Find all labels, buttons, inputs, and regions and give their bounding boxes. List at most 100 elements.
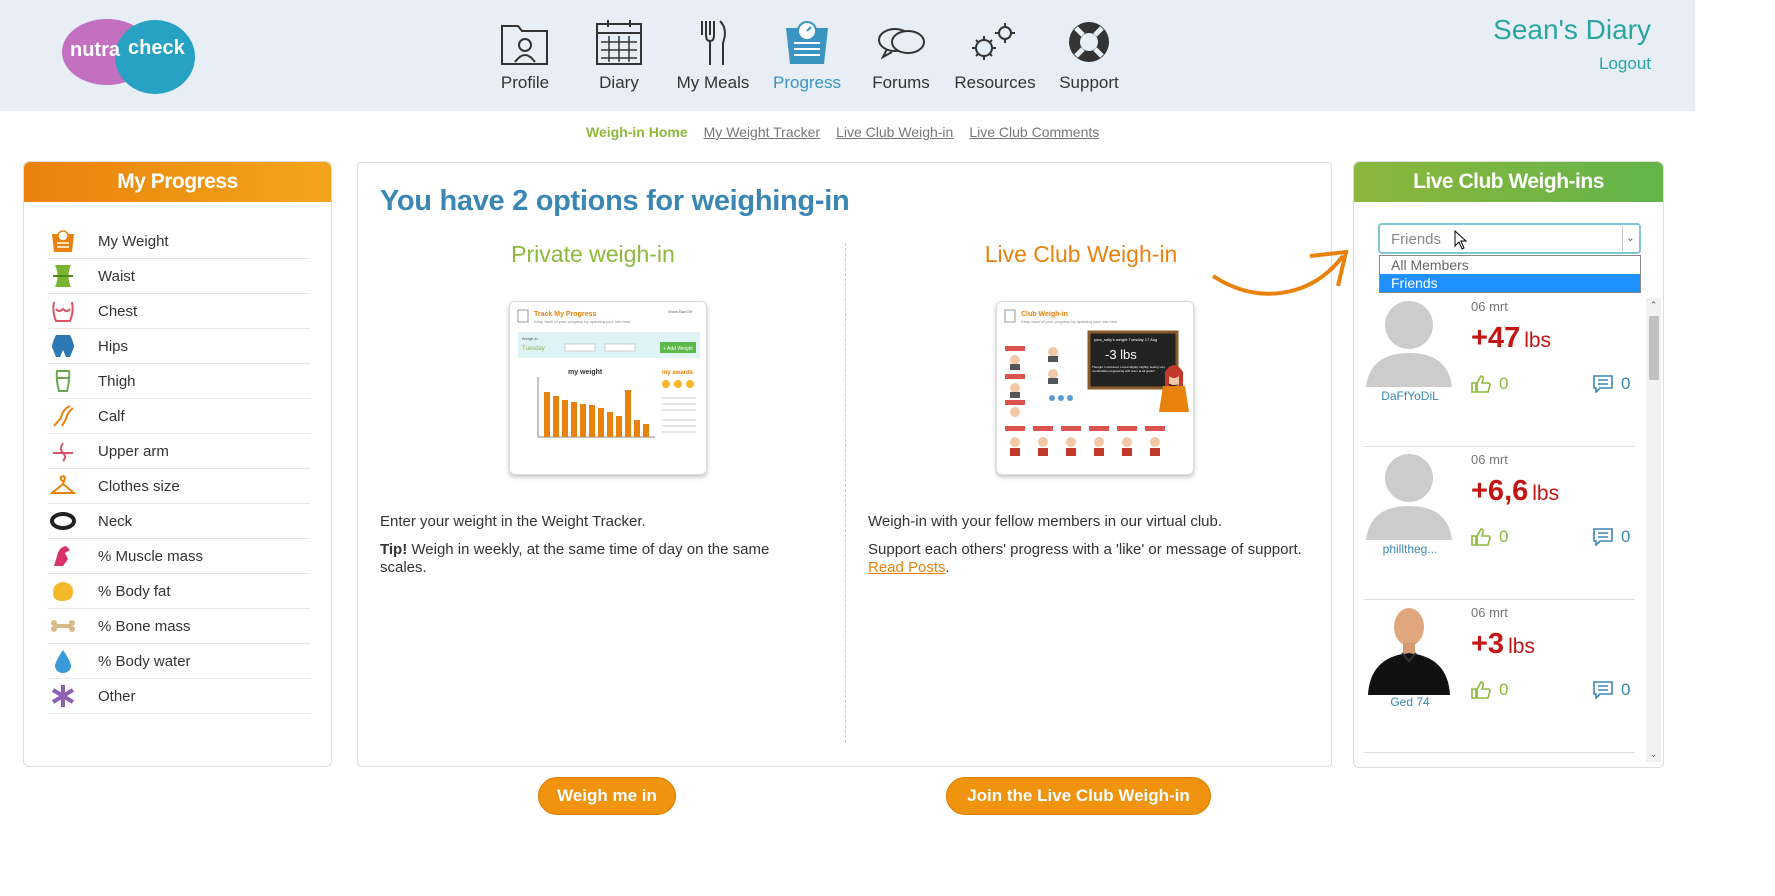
thigh-icon [48,368,78,394]
weight-tracker-preview[interactable]: Track My Progress Keep track of your pro… [509,301,707,475]
chevron-down-icon[interactable]: ⌄ [1622,226,1638,251]
progress-item-bone-mass[interactable]: % Bone mass [48,609,310,644]
nav-profile[interactable]: Profile [478,14,572,104]
nav-label: My Meals [676,73,750,92]
progress-item-waist[interactable]: Waist [48,259,310,294]
weight-value: +3 [1471,628,1505,660]
progress-item-upper-arm[interactable]: Upper arm [48,434,310,469]
nav-forums[interactable]: Forums [854,14,948,104]
subnav-live-club-comments[interactable]: Live Club Comments [969,124,1099,140]
progress-item-thigh[interactable]: Thigh [48,364,310,399]
thumb-title: Club Weigh-in [1021,311,1068,318]
comment-count: 0 [1621,527,1631,546]
like-button[interactable]: 0 [1471,374,1508,394]
progress-item-label: Upper arm [98,442,169,460]
members-filter-select[interactable]: Friends ⌄ [1378,223,1641,254]
thumb-show-toggle: Show Bar/Off [668,309,693,314]
nav-diary[interactable]: Diary [572,14,666,104]
resources-icon [972,23,1015,60]
comment-button[interactable]: 0 [1593,527,1630,547]
progress-item-label: Hips [98,337,129,355]
entry-username[interactable]: DaFfYoDiL [1364,389,1456,403]
thumb-subtitle: Keep track of your progress by updating … [1021,319,1118,324]
progress-item-chest[interactable]: Chest [48,294,310,329]
logout-link[interactable]: Logout [1599,54,1651,74]
weigh-me-in-button[interactable]: Weigh me in [538,777,676,815]
progress-item-body-water[interactable]: % Body water [48,644,310,679]
club-weigh-in-preview[interactable]: Club Weigh-in Keep track of your progres… [996,301,1194,475]
entry-date: 06 mrt [1471,299,1508,314]
thumb-title: Track My Progress [534,311,596,318]
weight-unit: lbs [1508,635,1535,658]
entry-username[interactable]: Ged 74 [1364,695,1456,709]
progress-item-label: Chest [98,302,138,320]
scales-icon [786,21,828,64]
progress-item-body-fat[interactable]: % Body fat [48,574,310,609]
progress-item-clothes-size[interactable]: Clothes size [48,469,310,504]
progress-item-label: % Body water [98,652,191,670]
thumb-awards: my awards [662,370,694,376]
subnav-my-weight-tracker[interactable]: My Weight Tracker [704,124,820,140]
like-button[interactable]: 0 [1471,527,1508,547]
subnav-weigh-in-home[interactable]: Weigh-in Home [586,124,688,140]
join-live-club-button[interactable]: Join the Live Club Weigh-in [946,777,1211,815]
live-club-weigh-ins-panel: Live Club Weigh-ins Friends ⌄ All Member… [1353,161,1664,768]
nutracheck-logo[interactable]: nutra check [62,16,197,94]
comment-button[interactable]: 0 [1593,374,1630,394]
progress-item-hips[interactable]: Hips [48,329,310,364]
weigh-in-feed: DaFfYoDiL 06 mrt +47 lbs 0 0 philltheg...… [1359,294,1643,756]
option-all-members[interactable]: All Members [1380,256,1640,274]
comment-button[interactable]: 0 [1593,680,1630,700]
progress-item-label: Neck [98,512,133,530]
progress-item-muscle-mass[interactable]: % Muscle mass [48,539,310,574]
progress-item-neck[interactable]: Neck [48,504,310,539]
subnav-live-club-weigh-in[interactable]: Live Club Weigh-in [836,124,953,140]
feed-scrollbar[interactable]: ⌃ ⌄ [1646,298,1661,762]
placeholder-avatar[interactable] [1364,297,1454,392]
calf-icon [48,403,78,429]
scroll-down-icon[interactable]: ⌄ [1646,747,1661,762]
select-value: Friends [1391,231,1442,248]
chest-icon [48,298,78,324]
read-posts-link[interactable]: Read Posts [868,559,946,576]
photo-avatar[interactable] [1364,603,1454,698]
comment-count: 0 [1621,680,1631,699]
nav-resources[interactable]: Resources [948,14,1042,104]
nav-my-meals[interactable]: My Meals [666,14,760,104]
fat-icon [48,578,78,604]
entry-weight-change: +3 lbs [1471,628,1535,661]
scrollbar-thumb[interactable] [1649,316,1659,380]
progress-item-calf[interactable]: Calf [48,399,310,434]
thumb-add-button: + Add Weight [663,346,693,352]
progress-item-label: Waist [98,267,135,285]
main-nav: Profile Diary My Meals Progress Forums R… [478,14,1136,104]
comment-count: 0 [1621,374,1631,393]
live-club-description: Weigh-in with your fellow members in our… [868,513,1223,530]
thumb-weigh-in-label: Weigh-in [522,336,538,341]
entry-weight-change: +47 lbs [1471,322,1551,355]
entry-date: 06 mrt [1471,605,1508,620]
nav-support[interactable]: Support [1042,14,1136,104]
nav-label: Forums [872,73,930,92]
progress-item-label: Calf [98,407,125,425]
option-friends[interactable]: Friends [1380,274,1640,292]
comment-icon [1593,528,1613,546]
nav-progress[interactable]: Progress [760,14,854,104]
scroll-up-icon[interactable]: ⌃ [1646,298,1661,313]
like-button[interactable]: 0 [1471,680,1508,700]
progress-item-label: My Weight [98,232,169,250]
top-header: nutra check Profile Diary My Meals Progr… [0,0,1695,111]
entry-username[interactable]: philltheg... [1364,542,1456,556]
progress-item-other[interactable]: Other [48,679,310,714]
bone-icon [48,613,78,639]
progress-item-label: Thigh [98,372,136,390]
support-text: Support each others' progress with a 'li… [868,541,1302,558]
tip-text: Weigh in weekly, at the same time of day… [380,541,770,576]
placeholder-avatar[interactable] [1364,450,1454,545]
diary-icon [596,20,642,65]
progress-item-my-weight[interactable]: My Weight [48,224,310,259]
private-weigh-in-column: Private weigh-in Track My Progress Keep … [358,241,828,815]
weigh-in-options-panel: You have 2 options for weighing-in Priva… [357,162,1332,815]
weight-unit: lbs [1524,329,1552,352]
nav-label: Progress [772,73,842,92]
